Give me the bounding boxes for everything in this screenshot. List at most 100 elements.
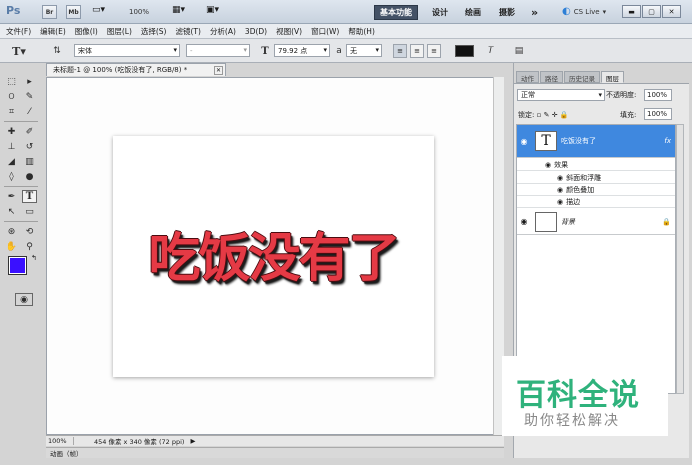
- lock-all-icon[interactable]: 🔒: [560, 111, 569, 119]
- eyedropper-icon[interactable]: ⁄: [22, 105, 37, 118]
- marquee-icon[interactable]: ⬚: [4, 75, 19, 88]
- arrange-documents-icon[interactable]: ▦▾: [172, 5, 185, 15]
- menu-view[interactable]: 视图(V): [276, 26, 302, 37]
- text-color-swatch[interactable]: [455, 45, 474, 57]
- close-button[interactable]: ✕: [662, 5, 681, 18]
- history-brush-icon[interactable]: ↺: [22, 140, 37, 153]
- watermark: 百科全说 助你轻松解决: [502, 356, 668, 436]
- zoom-icon[interactable]: ⚲: [22, 240, 37, 253]
- healing-brush-icon[interactable]: ✚: [4, 125, 19, 138]
- cs-live-button[interactable]: ◐ CS Live ▾: [562, 6, 606, 17]
- move-icon[interactable]: ▸: [22, 75, 37, 88]
- 3d-orbit-icon[interactable]: ⟲: [22, 225, 37, 238]
- toggle-orientation-icon[interactable]: ⇅: [50, 44, 64, 58]
- menu-window[interactable]: 窗口(W): [311, 26, 339, 37]
- layers-scrollbar[interactable]: [676, 124, 684, 394]
- layer-name: 背景: [561, 217, 575, 226]
- mini-bridge-button[interactable]: Mb: [66, 5, 81, 19]
- layer-name: 吃饭没有了: [561, 137, 596, 145]
- eraser-icon[interactable]: ◢: [4, 155, 19, 168]
- menu-analysis[interactable]: 分析(A): [210, 26, 236, 37]
- type-tool-icon[interactable]: T: [22, 190, 37, 203]
- close-document-icon[interactable]: ✕: [214, 65, 223, 75]
- warp-text-icon[interactable]: 𝑇: [484, 44, 498, 58]
- blend-mode-select[interactable]: 正常: [517, 89, 605, 101]
- minimize-button[interactable]: ▬: [622, 5, 641, 18]
- lock-transparent-icon[interactable]: ▫: [537, 111, 542, 119]
- tab-actions[interactable]: 动作: [516, 71, 539, 83]
- effect-eye-icon[interactable]: ◉: [557, 198, 563, 206]
- watermark-tagline: 助你轻松解决: [524, 413, 620, 429]
- effect-bevel-emboss[interactable]: ◉ 斜面和浮雕: [517, 172, 675, 184]
- screen-mode-icon[interactable]: ▣▾: [206, 5, 219, 15]
- lock-image-icon[interactable]: ✎: [544, 111, 550, 119]
- path-select-icon[interactable]: ↖: [4, 205, 19, 218]
- more-workspaces-button[interactable]: »: [526, 5, 543, 20]
- bridge-button[interactable]: Br: [42, 5, 57, 19]
- menu-image[interactable]: 图像(I): [75, 26, 98, 37]
- align-right-icon[interactable]: ≡: [427, 44, 441, 58]
- maximize-button[interactable]: ▢: [642, 5, 661, 18]
- workspace-painting[interactable]: 绘画: [460, 5, 486, 20]
- layer-row-text[interactable]: ◉ T 吃饭没有了 fx: [517, 125, 675, 158]
- status-menu-icon[interactable]: ▶: [190, 437, 195, 445]
- quick-mask-icon[interactable]: ◉: [15, 293, 33, 306]
- watermark-logo: 百科全说: [516, 378, 640, 413]
- animation-panel-tab[interactable]: 动画（帧）: [46, 447, 504, 458]
- effect-stroke[interactable]: ◉ 描边: [517, 196, 675, 208]
- menu-help[interactable]: 帮助(H): [348, 26, 375, 37]
- layer-row-background[interactable]: ◉ 背景 🔒: [517, 209, 675, 235]
- dodge-icon[interactable]: ●: [22, 170, 37, 183]
- menu-filter[interactable]: 滤镜(T): [176, 26, 201, 37]
- font-style-select[interactable]: -: [186, 44, 250, 57]
- hand-icon[interactable]: ✋: [4, 240, 19, 253]
- menu-select[interactable]: 选择(S): [141, 26, 167, 37]
- crop-icon[interactable]: ⌗: [4, 105, 19, 118]
- lasso-icon[interactable]: ଠ: [4, 90, 19, 103]
- align-center-icon[interactable]: ≡: [410, 44, 424, 58]
- shape-icon[interactable]: ▭: [22, 205, 37, 218]
- pen-icon[interactable]: ✒: [4, 190, 19, 203]
- zoom-level[interactable]: 100%: [129, 8, 149, 16]
- font-family-select[interactable]: 宋体: [74, 44, 180, 57]
- tab-history[interactable]: 历史记录: [564, 71, 600, 83]
- effect-eye-icon[interactable]: ◉: [545, 161, 551, 169]
- lock-position-icon[interactable]: ✛: [552, 111, 558, 119]
- opacity-field[interactable]: 100%: [644, 89, 672, 101]
- foreground-color-swatch[interactable]: [8, 256, 27, 275]
- quick-select-icon[interactable]: ✎: [22, 90, 37, 103]
- status-zoom[interactable]: 100%: [46, 437, 74, 445]
- effect-color-overlay[interactable]: ◉ 颜色叠加: [517, 184, 675, 196]
- document-tab[interactable]: 未标题-1 @ 100% (吃饭没有了, RGB/8) * ✕: [46, 63, 226, 76]
- menu-edit[interactable]: 编辑(E): [40, 26, 66, 37]
- view-extras-icon[interactable]: ▭▾: [92, 5, 105, 15]
- workspace-essentials[interactable]: 基本功能: [374, 5, 418, 20]
- 3d-rotate-icon[interactable]: ⊛: [4, 225, 19, 238]
- font-size-field[interactable]: 79.92 点: [274, 44, 330, 57]
- gradient-icon[interactable]: ▥: [22, 155, 37, 168]
- character-panel-icon[interactable]: ▤: [512, 44, 526, 58]
- brush-icon[interactable]: ✐: [22, 125, 37, 138]
- fill-field[interactable]: 100%: [644, 108, 672, 120]
- effect-eye-icon[interactable]: ◉: [557, 186, 563, 194]
- clone-stamp-icon[interactable]: ⊥: [4, 140, 19, 153]
- tab-layers[interactable]: 图层: [601, 71, 624, 83]
- effect-eye-icon[interactable]: ◉: [557, 174, 563, 182]
- type-tool-preset-icon[interactable]: T▾: [12, 44, 26, 58]
- workspace-photography[interactable]: 摄影: [494, 5, 520, 20]
- visibility-eye-icon[interactable]: ◉: [517, 137, 531, 146]
- menu-file[interactable]: 文件(F): [6, 26, 31, 37]
- document-canvas[interactable]: 吃饭没有了: [113, 136, 434, 377]
- menu-3d[interactable]: 3D(D): [245, 27, 267, 36]
- tab-paths[interactable]: 路径: [540, 71, 563, 83]
- workspace-design[interactable]: 设计: [427, 5, 453, 20]
- document-size-info: 454 像素 x 340 像素 (72 ppi): [94, 438, 185, 446]
- swap-colors-icon[interactable]: ↰: [31, 254, 37, 262]
- visibility-eye-icon[interactable]: ◉: [517, 217, 531, 226]
- fx-icon[interactable]: fx: [664, 137, 671, 145]
- blur-icon[interactable]: ◊: [4, 170, 19, 183]
- anti-alias-select[interactable]: 无: [346, 44, 382, 57]
- align-left-icon[interactable]: ≡: [393, 44, 407, 58]
- menu-layer[interactable]: 图层(L): [107, 26, 132, 37]
- effects-group[interactable]: ◉ 效果: [517, 159, 675, 171]
